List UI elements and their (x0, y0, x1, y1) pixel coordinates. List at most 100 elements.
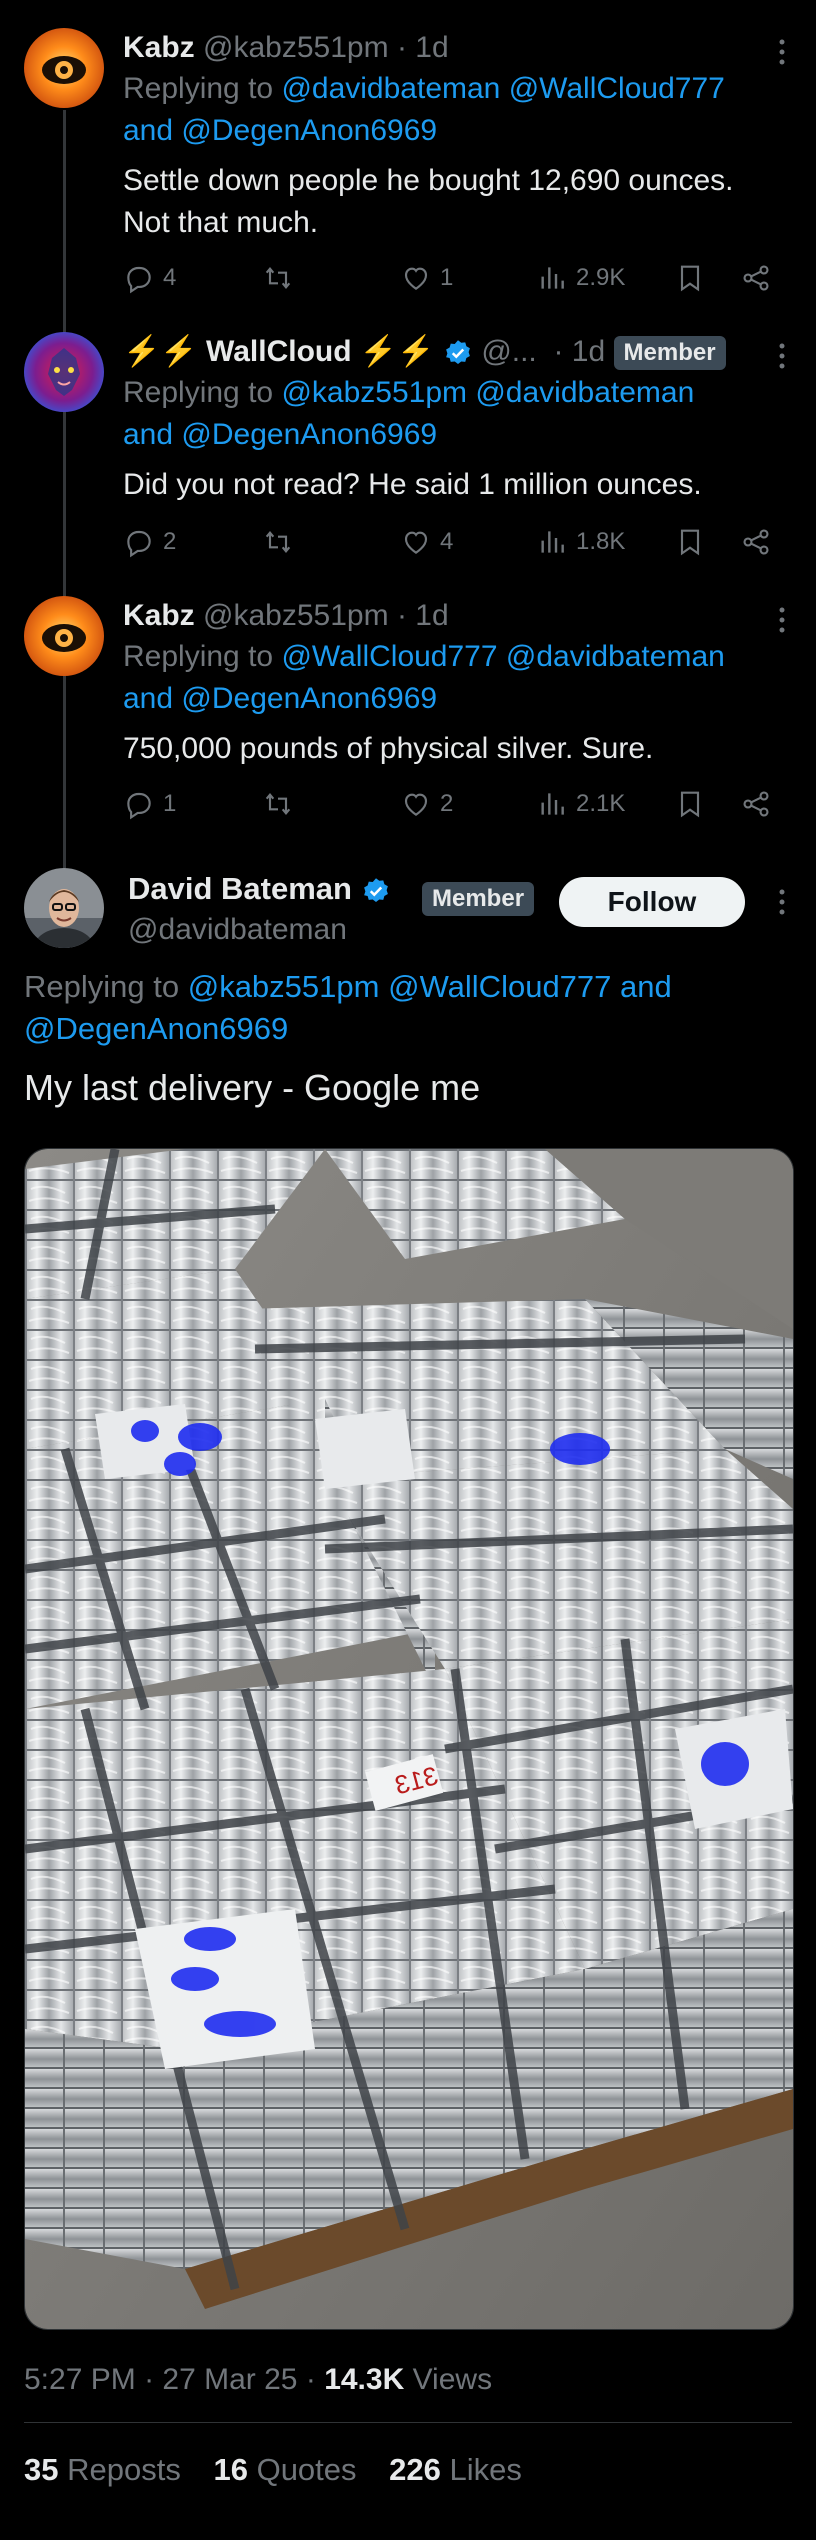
like-button[interactable]: 1 (400, 258, 453, 298)
reply-count: 1 (163, 790, 177, 817)
main-author: David Bateman @davidbateman (128, 868, 428, 950)
avatar-kabz[interactable] (24, 596, 104, 676)
views-count: 2.1K (576, 790, 626, 817)
reply-tweet-2[interactable]: ⚡⚡ WallCloud ⚡⚡ @... · 1d Member Replyin… (0, 332, 816, 572)
separator-dot: · (396, 31, 407, 64)
post-time[interactable]: 5:27 PM (24, 2363, 136, 2396)
share-button[interactable] (740, 784, 772, 824)
replying-to: Replying to @kabz551pm @davidbateman and… (123, 376, 695, 451)
repost-button[interactable] (262, 258, 294, 298)
views-button[interactable]: 2.1K (536, 784, 625, 824)
views-button[interactable]: 1.8K (536, 522, 625, 562)
like-button[interactable]: 4 (400, 522, 453, 562)
verified-icon (446, 340, 470, 365)
repost-icon (265, 793, 291, 815)
views-button[interactable]: 2.9K (536, 258, 625, 298)
tweet-timestamp-line: 5:27 PM · 27 Mar 25 · 14.3K Views (24, 2363, 493, 2396)
avatar-wallcloud[interactable] (24, 332, 104, 412)
views-icon (541, 793, 564, 815)
mention-link[interactable]: @kabz551pm (281, 376, 467, 409)
author-name[interactable]: ⚡⚡ WallCloud ⚡⚡ (123, 335, 435, 368)
reply-tweet-1[interactable]: Kabz @kabz551pm · 1d Replying to @davidb… (0, 28, 816, 308)
replying-to: Replying to @WallCloud777 @davidbateman … (123, 640, 725, 715)
avatar-kabz[interactable] (24, 28, 104, 108)
mention-link[interactable]: @davidbateman (506, 640, 725, 673)
mention-link[interactable]: @kabz551pm (188, 969, 380, 1004)
views-count: 2.9K (576, 264, 626, 291)
share-icon (743, 265, 769, 291)
more-icon[interactable] (770, 32, 794, 72)
bookmark-button[interactable] (674, 258, 706, 298)
views-count: 1.8K (576, 528, 626, 555)
share-button[interactable] (740, 258, 772, 298)
action-bar: 1 2 2.1K (0, 784, 816, 824)
author-handle[interactable]: @kabz551pm (203, 599, 389, 632)
tweet-text: Settle down people he bought 12,690 ounc… (123, 164, 734, 239)
tweet-time[interactable]: 1d (572, 335, 605, 368)
mention-link[interactable]: @DegenAnon6969 (24, 1011, 288, 1046)
more-icon[interactable] (770, 600, 794, 640)
heart-icon (404, 267, 428, 290)
bookmark-button[interactable] (674, 522, 706, 562)
reposts-stat[interactable]: 35 Reposts (24, 2452, 181, 2487)
mention-link[interactable]: @WallCloud777 (509, 72, 725, 105)
post-date[interactable]: 27 Mar 25 (162, 2363, 297, 2396)
mention-link[interactable]: @WallCloud777 (281, 640, 497, 673)
mention-link[interactable]: @WallCloud777 (388, 969, 611, 1004)
like-button[interactable]: 2 (400, 784, 453, 824)
repost-icon (265, 267, 291, 289)
bookmark-button[interactable] (674, 784, 706, 824)
main-tweet-text: My last delivery - Google me (24, 1067, 481, 1108)
verified-icon (363, 878, 388, 902)
share-button[interactable] (740, 522, 772, 562)
reply-tweet-3[interactable]: Kabz @kabz551pm · 1d Replying to @WallCl… (0, 596, 816, 836)
action-bar: 4 1 2.9K (0, 258, 816, 298)
mention-link[interactable]: @DegenAnon6969 (181, 114, 437, 147)
mention-link[interactable]: @DegenAnon6969 (181, 682, 437, 715)
reply-count: 2 (163, 528, 177, 555)
tweet-photo[interactable]: 313 (24, 1148, 794, 2330)
more-icon[interactable] (770, 882, 794, 922)
replying-to: Replying to @kabz551pm @WallCloud777 and… (24, 969, 672, 1046)
avatar-davidbateman[interactable] (24, 868, 104, 948)
heart-icon (404, 531, 428, 554)
heart-icon (404, 793, 428, 816)
reply-button[interactable]: 1 (123, 784, 176, 824)
repost-icon (265, 531, 291, 553)
likes-stat[interactable]: 226 Likes (389, 2452, 522, 2487)
mention-link[interactable]: @davidbateman (475, 376, 694, 409)
repost-button[interactable] (262, 784, 294, 824)
quotes-stat[interactable]: 16 Quotes (213, 2452, 356, 2487)
separator-dot: · (545, 335, 564, 368)
reply-icon (127, 530, 151, 558)
like-count: 1 (440, 264, 454, 291)
author-handle[interactable]: @davidbateman (128, 910, 428, 950)
engagement-stats: 35 Reposts 16 Quotes 226 Likes (24, 2450, 546, 2490)
tweet-text: Did you not read? He said 1 million ounc… (123, 468, 702, 501)
reply-button[interactable]: 2 (123, 522, 176, 562)
more-icon[interactable] (770, 336, 794, 376)
reply-button[interactable]: 4 (123, 258, 176, 298)
author-name[interactable]: Kabz (123, 599, 195, 632)
follow-button[interactable]: Follow (559, 877, 745, 927)
tweet-time[interactable]: 1d (415, 31, 448, 64)
mention-link[interactable]: @DegenAnon6969 (181, 418, 437, 451)
bookmark-icon (680, 791, 700, 818)
tweet-time[interactable]: 1d (415, 599, 448, 632)
replying-to: Replying to @davidbateman @WallCloud777 … (123, 72, 725, 147)
mention-link[interactable]: @davidbateman (281, 72, 500, 105)
author-name[interactable]: David Bateman (128, 871, 352, 906)
author-name[interactable]: Kabz (123, 31, 195, 64)
reply-count: 4 (163, 264, 177, 291)
like-count: 2 (440, 790, 454, 817)
separator-dot: · (396, 599, 407, 632)
member-badge: Member (422, 882, 535, 916)
silver-bars-photo: 313 (25, 1149, 793, 2329)
action-bar: 2 4 1.8K (0, 522, 816, 562)
repost-button[interactable] (262, 522, 294, 562)
author-handle[interactable]: @kabz551pm (203, 31, 389, 64)
reply-icon (127, 266, 151, 294)
views-icon (541, 267, 564, 289)
views-total: 14.3K (324, 2363, 405, 2396)
author-handle[interactable]: @... (481, 335, 536, 368)
